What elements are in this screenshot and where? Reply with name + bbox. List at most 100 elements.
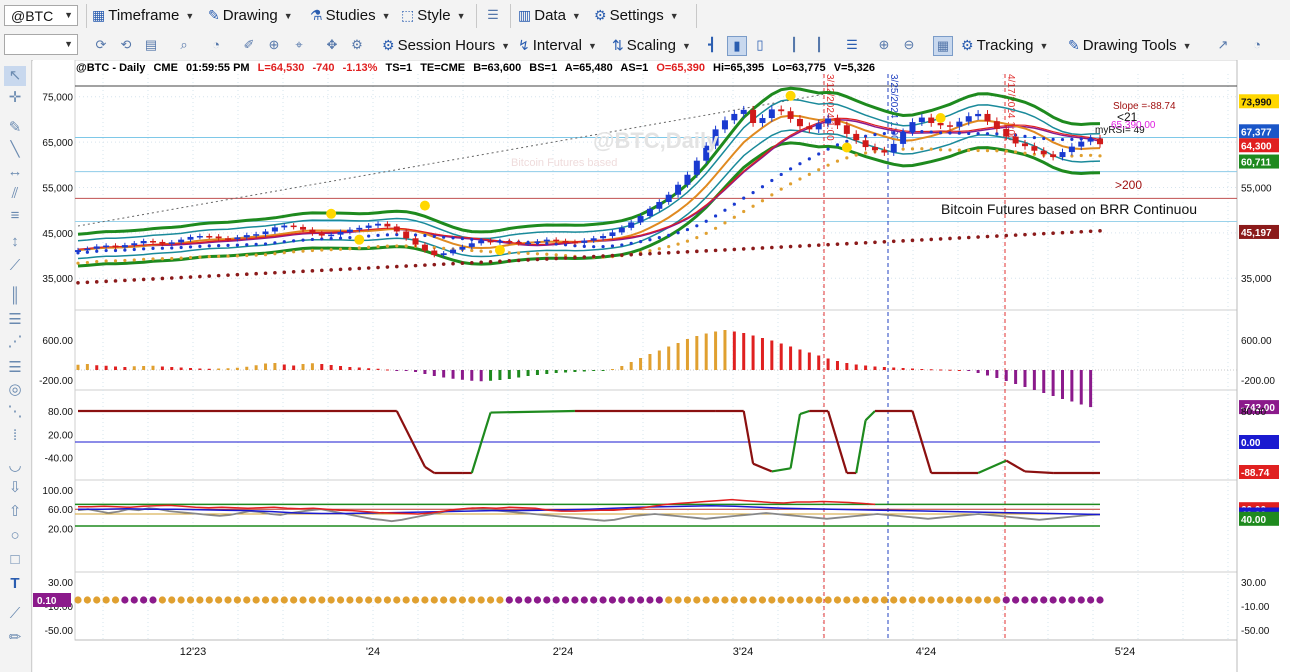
cursor-icon[interactable]: ⌖ bbox=[290, 36, 308, 54]
settings-menu[interactable]: ⚙ Settings ▼ bbox=[594, 7, 679, 24]
candle-body bbox=[787, 111, 794, 119]
rsi-tag: 40.00 bbox=[1241, 515, 1266, 526]
arrow-up-icon[interactable]: ⇧ bbox=[4, 502, 26, 522]
candle-body bbox=[815, 123, 822, 130]
timeframe-menu[interactable]: ▦ Timeframe ▼ bbox=[92, 7, 194, 24]
settings-small-icon[interactable]: ⚙ bbox=[348, 36, 366, 54]
hist-bar bbox=[760, 338, 764, 370]
hist-bar bbox=[207, 368, 211, 370]
zoom-box-icon[interactable]: ⌕ bbox=[175, 36, 193, 54]
bracket-icon[interactable]: ⦙ bbox=[4, 426, 26, 446]
header-change: -740 bbox=[313, 62, 335, 74]
ma-blue-dot bbox=[948, 131, 952, 135]
layout2-icon[interactable]: ☰ bbox=[843, 36, 861, 54]
rsi-tick: 100.00 bbox=[42, 486, 73, 497]
hollow-candle-icon[interactable]: ▯ bbox=[751, 36, 769, 54]
volume2-icon[interactable]: ┃ bbox=[810, 36, 828, 54]
magenta-price-label: 65,390.00 bbox=[1111, 120, 1156, 131]
crosshair-icon[interactable]: ✛ bbox=[4, 88, 26, 108]
bars-icon[interactable]: ║ bbox=[4, 286, 26, 306]
link-icon[interactable]: ⊕ bbox=[265, 36, 283, 54]
ma200-dot bbox=[1098, 229, 1102, 233]
parallel-icon[interactable]: ≡ bbox=[4, 206, 26, 226]
hist-bar bbox=[845, 363, 849, 370]
gann-icon[interactable]: ⋱ bbox=[4, 402, 26, 422]
hist-bar bbox=[114, 366, 118, 370]
scaling-menu[interactable]: ⇅ Scaling ▼ bbox=[612, 37, 691, 54]
symbol-combo[interactable]: @BTC ▼ bbox=[4, 5, 78, 26]
zoom-out-icon[interactable]: ⊖ bbox=[900, 36, 918, 54]
hist-bar bbox=[770, 340, 774, 370]
grid-icon[interactable]: ▤ bbox=[142, 36, 160, 54]
ma-blue-dot bbox=[1042, 136, 1046, 141]
interval-menu[interactable]: ↯ Interval ▼ bbox=[518, 37, 597, 54]
horizontal-line-icon[interactable]: ↔ bbox=[4, 162, 26, 182]
signal-dot bbox=[749, 596, 757, 604]
session-hours-menu[interactable]: ⚙ Session Hours ▼ bbox=[382, 37, 510, 54]
arc-icon[interactable]: ◡ bbox=[4, 456, 26, 476]
hist-bar bbox=[310, 363, 314, 370]
header-as: AS=1 bbox=[620, 62, 648, 74]
bar-chart-icon[interactable]: ┫ bbox=[703, 36, 721, 54]
ma-blue-dot bbox=[1070, 137, 1074, 141]
data-menu[interactable]: ▥ Data ▼ bbox=[518, 7, 581, 24]
hist-bar bbox=[254, 365, 258, 370]
ma-orange-dot bbox=[835, 159, 840, 163]
signal-dot bbox=[805, 596, 813, 604]
candle-body bbox=[806, 126, 813, 130]
signal-dot bbox=[721, 596, 729, 604]
x-tick-label: 4'24 bbox=[916, 646, 936, 658]
move-icon[interactable]: ✥ bbox=[323, 36, 341, 54]
ma-orange-dot bbox=[554, 253, 558, 257]
signal-dot bbox=[215, 596, 223, 604]
ma200-dot bbox=[873, 240, 877, 245]
fan-icon[interactable]: ⟋ bbox=[4, 256, 26, 276]
hist-bar bbox=[123, 367, 127, 370]
trend-icon[interactable]: ↗ bbox=[1214, 36, 1232, 54]
tracking-menu[interactable]: ⚙ Tracking ▼ bbox=[961, 37, 1048, 54]
dial-icon[interactable]: ◔ bbox=[207, 36, 225, 54]
ma-blue-dot bbox=[751, 190, 755, 195]
data-icon: ▥ bbox=[518, 7, 532, 23]
drawing-tools-menu[interactable]: ✎ Drawing Tools ▼ bbox=[1068, 37, 1192, 54]
signal-dot bbox=[674, 596, 682, 604]
layout-icon[interactable]: ☰ bbox=[484, 6, 502, 24]
pointer-icon[interactable]: ↖ bbox=[4, 66, 26, 86]
wrench-icon[interactable]: ✎ bbox=[4, 118, 26, 138]
chart-settings-icon[interactable]: ◔ bbox=[1248, 36, 1266, 54]
cycle-icon[interactable]: ◎ bbox=[4, 380, 26, 400]
eraser-icon[interactable]: ⟋ bbox=[4, 604, 26, 624]
speed-lines-icon[interactable]: ⋰ bbox=[4, 332, 26, 352]
line-icon[interactable]: ╲ bbox=[4, 140, 26, 160]
text-icon[interactable]: T bbox=[4, 574, 26, 594]
drawing-menu[interactable]: ✎ Drawing ▼ bbox=[208, 7, 293, 24]
candlestick-icon[interactable]: ▮ bbox=[727, 36, 747, 56]
studies-menu[interactable]: ⚗ Studies ▼ bbox=[310, 7, 391, 24]
ma200-dot bbox=[863, 240, 868, 245]
zoom-in-icon[interactable]: ⊕ bbox=[875, 36, 893, 54]
rectangle-icon[interactable]: □ bbox=[4, 550, 26, 570]
hist-right-tick: 600.00 bbox=[1241, 336, 1272, 347]
ellipse-icon[interactable]: ○ bbox=[4, 526, 26, 546]
ruler-icon[interactable]: ✏ bbox=[4, 628, 26, 648]
signal-dot bbox=[824, 596, 832, 604]
fib-icon[interactable]: ☰ bbox=[4, 310, 26, 330]
channel-icon[interactable]: ⫽ bbox=[4, 184, 26, 204]
levels-icon[interactable]: ☰ bbox=[4, 358, 26, 378]
vertical-line-icon[interactable]: ↕ bbox=[4, 232, 26, 252]
refresh-icon[interactable]: ⟳ bbox=[92, 36, 110, 54]
interval-combo[interactable]: ▼ bbox=[4, 34, 78, 55]
chart-area[interactable]: 3/12/2024 1:00 3/25/2024 1:00 4/17/2024 1:… bbox=[33, 60, 1290, 672]
refresh-all-icon[interactable]: ⟲ bbox=[117, 36, 135, 54]
grid-toggle-icon[interactable]: ▦ bbox=[933, 36, 953, 56]
signal-dot bbox=[130, 596, 138, 604]
ma200-dot bbox=[460, 261, 465, 266]
candle-body bbox=[609, 232, 616, 237]
ma200-dot bbox=[291, 270, 296, 274]
style-menu[interactable]: ⬚ Style ▼ bbox=[401, 7, 466, 24]
arrow-down-icon[interactable]: ⇩ bbox=[4, 478, 26, 498]
ma200-dot bbox=[591, 254, 596, 259]
draw-icon[interactable]: ✐ bbox=[240, 36, 258, 54]
volume-icon[interactable]: ┃ bbox=[785, 36, 803, 54]
candle-body bbox=[1087, 138, 1094, 142]
